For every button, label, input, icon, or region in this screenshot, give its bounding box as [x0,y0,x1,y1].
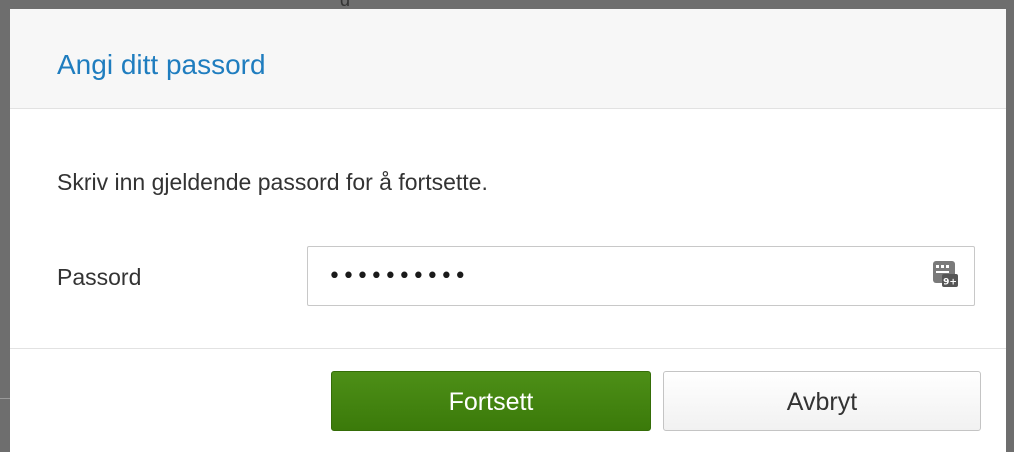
password-dialog: Angi ditt passord Skriv inn gjeldende pa… [10,9,1006,452]
page-backdrop-right [1006,0,1014,452]
instructions-text: Skriv inn gjeldende passord for å fortse… [57,169,488,195]
backdrop-divider [0,398,10,399]
dialog-title: Angi ditt passord [57,49,266,80]
continue-button[interactable]: Fortsett [331,371,651,431]
password-input[interactable] [328,257,908,295]
backdrop-text-fragment: g [340,0,362,6]
page-backdrop-left [0,0,10,452]
cancel-button[interactable]: Avbryt [663,371,981,431]
dialog-header: Angi ditt passord [10,9,1006,109]
footer-divider [10,348,1006,349]
password-label: Passord [57,264,142,290]
screen: g Angi ditt passord Skriv inn gjeldende … [0,0,1014,452]
virtual-keypad-icon[interactable]: 9+ [932,260,960,290]
page-backdrop-top [0,0,1014,9]
keypad-badge: 9+ [943,278,957,288]
password-field[interactable]: 9+ [307,246,975,306]
